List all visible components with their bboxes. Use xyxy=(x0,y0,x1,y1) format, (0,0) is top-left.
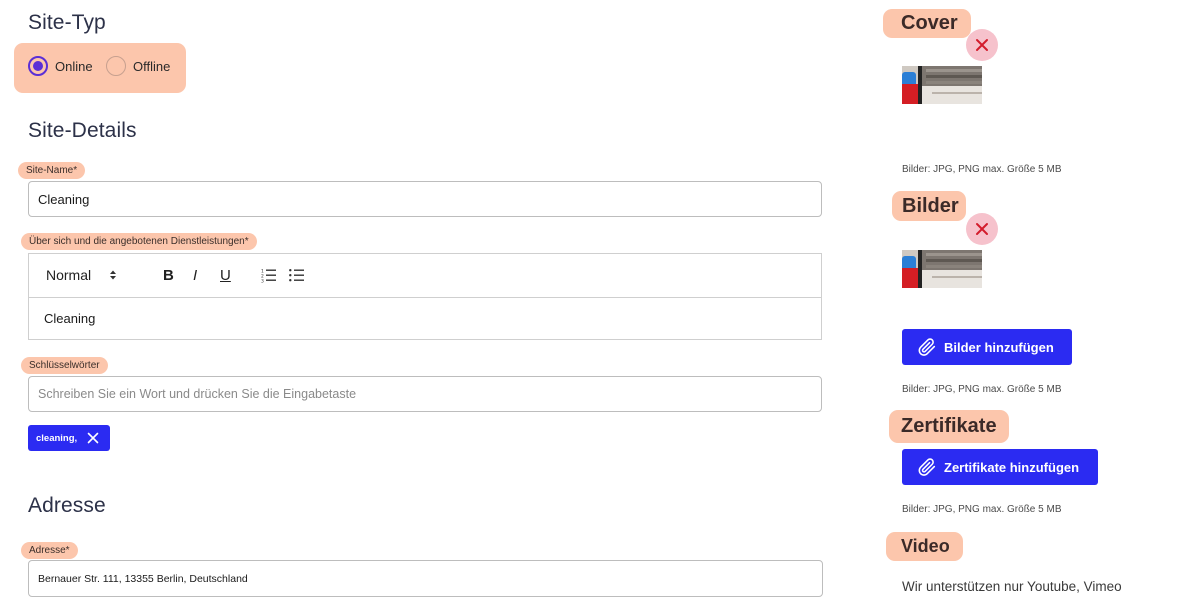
paperclip-icon xyxy=(918,458,936,476)
radio-offline-circle[interactable] xyxy=(106,56,126,76)
radio-online-label: Online xyxy=(55,58,93,74)
svg-text:3: 3 xyxy=(261,279,264,284)
images-title: Bilder xyxy=(892,191,966,221)
keywords-label: Schlüsselwörter xyxy=(21,357,108,374)
site-name-label: Site-Name* xyxy=(18,162,86,179)
certificates-title: Zertifikate xyxy=(889,410,1009,443)
close-icon xyxy=(976,223,988,235)
address-title: Adresse xyxy=(28,494,106,517)
address-label: Adresse* xyxy=(21,542,78,559)
site-name-input[interactable]: Cleaning xyxy=(28,181,822,217)
certificates-hint: Bilder: JPG, PNG max. Größe 5 MB xyxy=(902,504,1062,515)
radio-offline-label: Offline xyxy=(133,58,171,74)
format-select-value: Normal xyxy=(46,267,92,283)
site-type-radio-group: Online Offline xyxy=(14,43,186,93)
updown-icon xyxy=(110,270,117,280)
video-title: Video xyxy=(886,532,963,561)
italic-button[interactable]: I xyxy=(193,267,197,284)
bold-button[interactable]: B xyxy=(163,267,174,284)
address-input[interactable]: Bernauer Str. 111, 13355 Berlin, Deutsch… xyxy=(28,560,823,597)
bullet-list-icon xyxy=(289,269,304,282)
radio-online-circle[interactable] xyxy=(28,56,48,76)
ordered-list-button[interactable]: 1 2 3 xyxy=(261,268,277,287)
add-images-button[interactable]: Bilder hinzufügen xyxy=(902,329,1072,365)
rich-text-editor: Normal B I U 1 2 3 Cleaning xyxy=(28,253,822,340)
format-select[interactable]: Normal xyxy=(46,267,117,283)
site-type-title: Site-Typ xyxy=(28,11,106,34)
remove-image-button[interactable] xyxy=(966,213,998,245)
bullet-list-button[interactable] xyxy=(289,268,305,287)
add-images-label: Bilder hinzufügen xyxy=(944,339,1054,355)
site-details-title: Site-Details xyxy=(28,119,137,142)
radio-offline[interactable]: Offline xyxy=(106,56,170,76)
add-certificates-label: Zertifikate hinzufügen xyxy=(944,459,1080,475)
image-thumbnail xyxy=(902,250,982,288)
cover-hint: Bilder: JPG, PNG max. Größe 5 MB xyxy=(902,164,1062,175)
remove-cover-button[interactable] xyxy=(966,29,998,61)
keyword-chip: cleaning, xyxy=(28,425,110,451)
add-certificates-button[interactable]: Zertifikate hinzufügen xyxy=(902,449,1098,485)
ordered-list-icon: 1 2 3 xyxy=(261,269,276,285)
close-icon xyxy=(976,39,988,51)
keyword-chip-label: cleaning, xyxy=(36,432,78,444)
editor-toolbar: Normal B I U 1 2 3 xyxy=(29,254,821,298)
video-note: Wir unterstützen nur Youtube, Vimeo xyxy=(902,579,1122,594)
editor-content[interactable]: Cleaning xyxy=(44,311,95,326)
images-hint: Bilder: JPG, PNG max. Größe 5 MB xyxy=(902,384,1062,395)
close-icon[interactable] xyxy=(87,432,99,444)
cover-title: Cover xyxy=(883,9,971,38)
cover-thumbnail xyxy=(902,66,982,104)
underline-button[interactable]: U xyxy=(220,267,231,284)
paperclip-icon xyxy=(918,338,936,356)
radio-online[interactable]: Online xyxy=(28,56,93,76)
keywords-input[interactable]: Schreiben Sie ein Wort und drücken Sie d… xyxy=(28,376,822,412)
about-label: Über sich und die angebotenen Dienstleis… xyxy=(21,233,257,250)
